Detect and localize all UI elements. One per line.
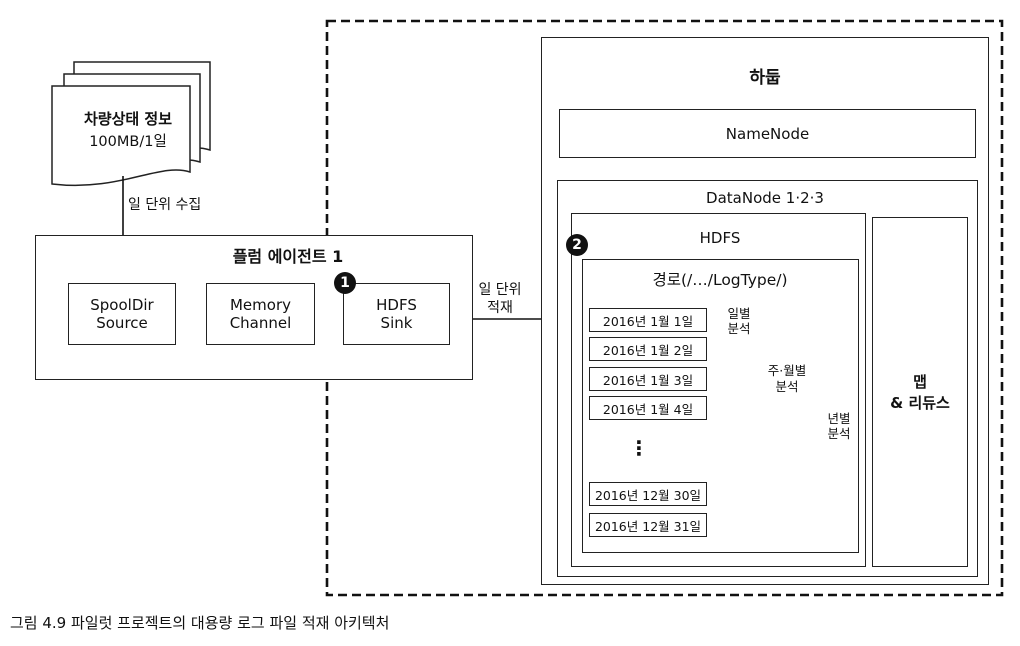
day-folder-3: 2016년 1월 3일 <box>589 367 707 391</box>
load-label-line2: 적재 <box>487 300 513 316</box>
hadoop-title: 하둡 <box>749 68 781 88</box>
document-size: 100MB/1일 <box>89 134 167 150</box>
path-label: 경로(/…/LogType/) <box>652 271 788 289</box>
namenode-box: NameNode <box>559 109 976 158</box>
weekly-analysis-line2: 분석 <box>775 379 799 394</box>
yearly-analysis-line2: 분석 <box>827 426 851 441</box>
day-folder-2: 2016년 1월 2일 <box>589 337 707 361</box>
hdfs-sink-line1: HDFS <box>376 296 417 314</box>
hdfs-label: HDFS <box>699 229 741 247</box>
mapreduce-box: 맵 & 리듀스 <box>872 217 968 567</box>
mapreduce-line2: & 리듀스 <box>890 394 950 412</box>
collect-label: 일 단위 수집 <box>128 197 202 213</box>
day-folder-366: 2016년 12월 31일 <box>589 513 707 537</box>
hdfs-sink-box: HDFS Sink <box>343 283 450 345</box>
document-label: 차량상태 정보 <box>83 110 173 128</box>
mapreduce-line1: 맵 <box>913 373 927 391</box>
hdfs-sink-line2: Sink <box>380 314 413 332</box>
figure-caption: 그림 4.9 파일럿 프로젝트의 대용량 로그 파일 적재 아키텍처 <box>10 614 390 632</box>
marker-one-badge: 1 <box>334 272 356 294</box>
memory-channel-box: Memory Channel <box>206 283 315 345</box>
datanode-label: DataNode 1·2·3 <box>706 189 824 207</box>
ellipsis: ⋮ <box>629 436 649 460</box>
load-label-line1: 일 단위 <box>478 282 522 298</box>
memory-channel-line1: Memory <box>229 296 291 314</box>
daily-analysis-line2: 분석 <box>727 321 751 336</box>
marker-two-badge: 2 <box>566 234 588 256</box>
spooldir-source-line1: SpoolDir <box>90 296 154 314</box>
flume-agent-title: 플럼 에이전트 1 <box>232 247 344 266</box>
daily-analysis-line1: 일별 <box>727 306 751 321</box>
day-folder-365: 2016년 12월 30일 <box>589 482 707 506</box>
yearly-analysis-line1: 년별 <box>827 411 851 426</box>
day-folder-4: 2016년 1월 4일 <box>589 396 707 420</box>
day-folder-1: 2016년 1월 1일 <box>589 308 707 332</box>
namenode-label: NameNode <box>725 124 810 143</box>
spooldir-source-line2: Source <box>96 314 148 332</box>
memory-channel-line2: Channel <box>229 314 292 332</box>
weekly-analysis-line1: 주·월별 <box>767 363 807 378</box>
spooldir-source-box: SpoolDir Source <box>68 283 176 345</box>
